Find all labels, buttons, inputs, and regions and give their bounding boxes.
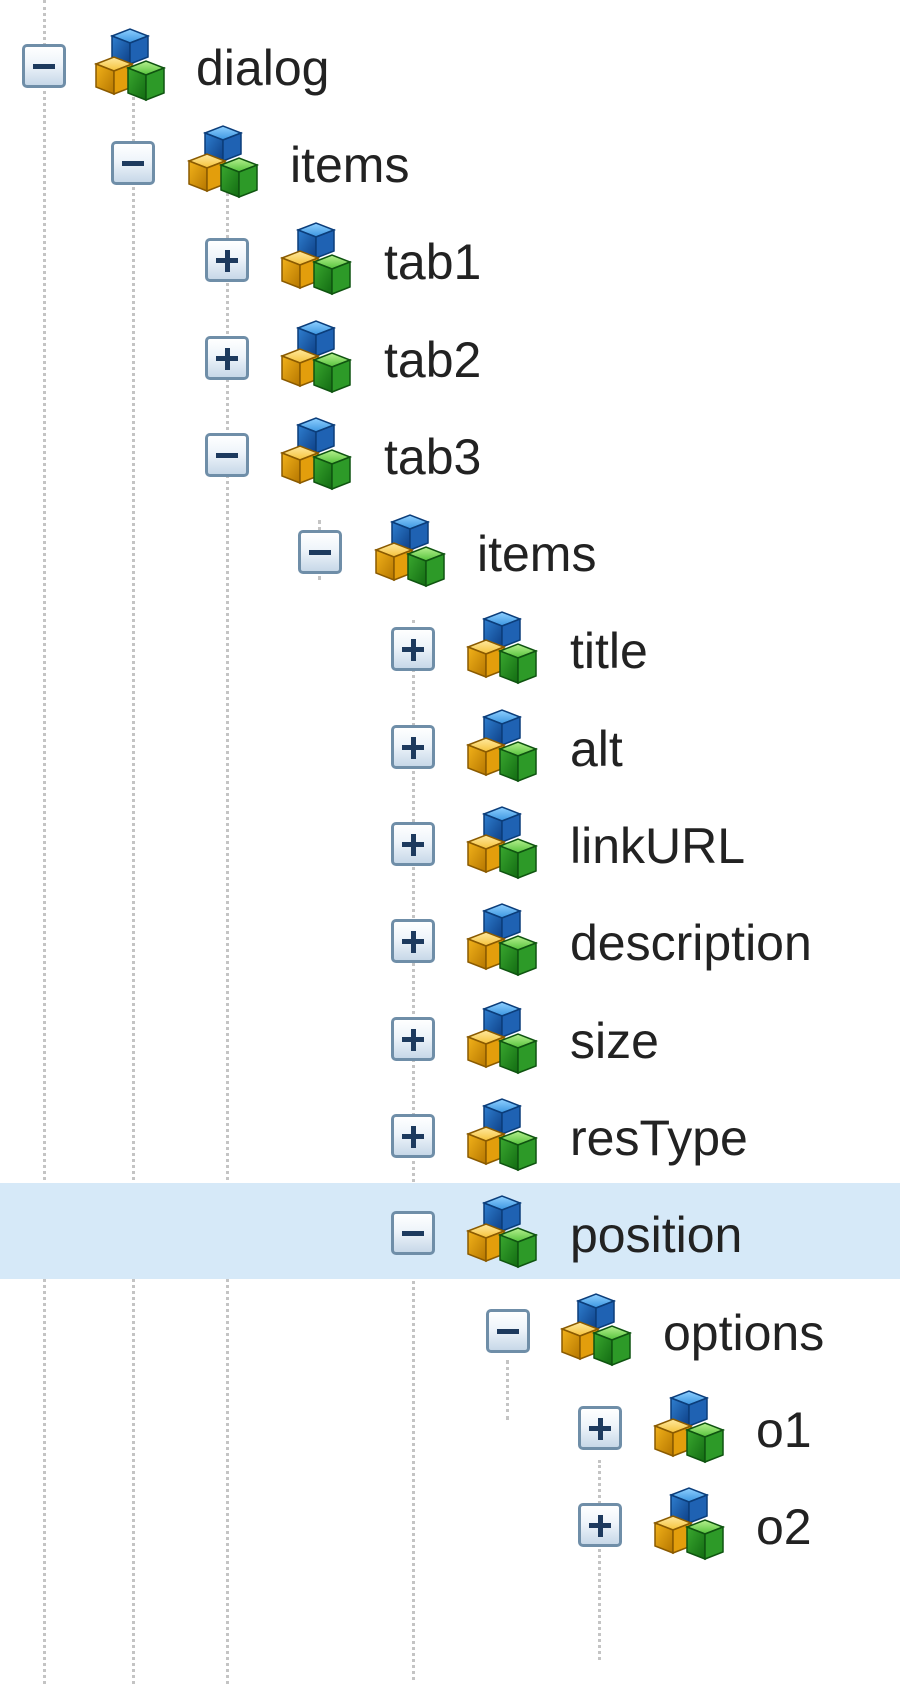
expand-icon[interactable] — [205, 238, 249, 282]
tree-node-label[interactable]: dialog — [196, 38, 329, 98]
tree-node-label[interactable]: items — [477, 524, 596, 584]
tree-row-items[interactable]: items — [0, 502, 900, 598]
tree-row-items[interactable]: items — [0, 113, 900, 209]
node-icon — [370, 512, 450, 592]
tree-node-label[interactable]: o1 — [756, 1400, 812, 1460]
tree-node-label[interactable]: alt — [570, 719, 623, 779]
tree-node-label[interactable]: description — [570, 913, 812, 973]
node-icon — [276, 318, 356, 398]
expand-icon[interactable] — [578, 1406, 622, 1450]
tree-row-title[interactable]: title — [0, 599, 900, 695]
collapse-icon[interactable] — [111, 141, 155, 185]
tree-view: dialog items tab1 tab2 tab3 items title … — [0, 0, 900, 1684]
node-icon — [462, 1193, 542, 1273]
collapse-icon[interactable] — [205, 433, 249, 477]
tree-row-linkurl[interactable]: linkURL — [0, 794, 900, 890]
expand-icon[interactable] — [391, 919, 435, 963]
node-icon — [90, 26, 170, 106]
tree-node-label[interactable]: tab1 — [384, 232, 481, 292]
tree-row-tab2[interactable]: tab2 — [0, 308, 900, 404]
expand-icon[interactable] — [391, 725, 435, 769]
tree-node-label[interactable]: tab3 — [384, 427, 481, 487]
tree-node-label[interactable]: items — [290, 135, 409, 195]
tree-node-label[interactable]: title — [570, 621, 648, 681]
tree-row-dialog[interactable]: dialog — [0, 16, 900, 112]
node-icon — [276, 220, 356, 300]
tree-row-o2[interactable]: o2 — [0, 1475, 900, 1571]
collapse-icon[interactable] — [298, 530, 342, 574]
tree-row-description[interactable]: description — [0, 891, 900, 987]
tree-row-tab1[interactable]: tab1 — [0, 210, 900, 306]
expand-icon[interactable] — [205, 336, 249, 380]
expand-icon[interactable] — [391, 1114, 435, 1158]
node-icon — [649, 1388, 729, 1468]
node-icon — [276, 415, 356, 495]
tree-node-label[interactable]: position — [570, 1205, 742, 1265]
node-icon — [462, 901, 542, 981]
expand-icon[interactable] — [391, 627, 435, 671]
tree-row-size[interactable]: size — [0, 989, 900, 1085]
node-icon — [183, 123, 263, 203]
collapse-icon[interactable] — [391, 1211, 435, 1255]
tree-node-label[interactable]: options — [663, 1303, 824, 1363]
tree-row-position[interactable]: position — [0, 1183, 900, 1279]
tree-row-options[interactable]: options — [0, 1281, 900, 1377]
tree-node-label[interactable]: o2 — [756, 1497, 812, 1557]
tree-row-restype[interactable]: resType — [0, 1086, 900, 1182]
node-icon — [462, 999, 542, 1079]
collapse-icon[interactable] — [22, 44, 66, 88]
node-icon — [462, 609, 542, 689]
expand-icon[interactable] — [391, 1017, 435, 1061]
tree-row-alt[interactable]: alt — [0, 697, 900, 793]
node-icon — [462, 1096, 542, 1176]
tree-node-label[interactable]: linkURL — [570, 816, 745, 876]
node-icon — [649, 1485, 729, 1565]
tree-node-label[interactable]: tab2 — [384, 330, 481, 390]
collapse-icon[interactable] — [486, 1309, 530, 1353]
expand-icon[interactable] — [578, 1503, 622, 1547]
tree-row-o1[interactable]: o1 — [0, 1378, 900, 1474]
tree-row-tab3[interactable]: tab3 — [0, 405, 900, 501]
node-icon — [462, 707, 542, 787]
tree-node-label[interactable]: size — [570, 1011, 659, 1071]
expand-icon[interactable] — [391, 822, 435, 866]
node-icon — [556, 1291, 636, 1371]
node-icon — [462, 804, 542, 884]
tree-node-label[interactable]: resType — [570, 1108, 748, 1168]
